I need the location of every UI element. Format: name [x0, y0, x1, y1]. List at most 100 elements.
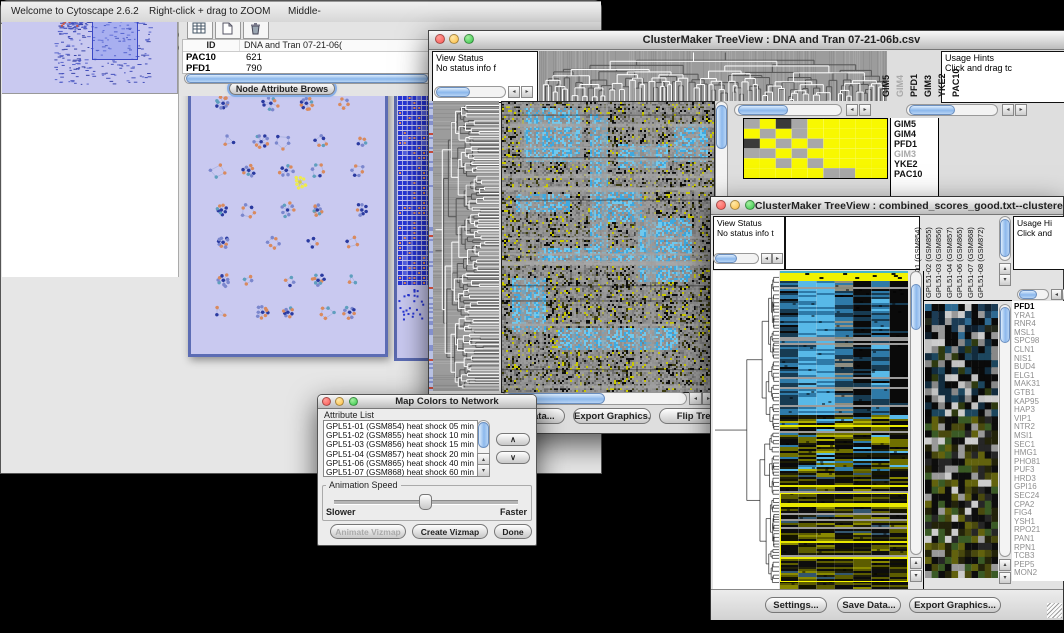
close-button[interactable] [322, 397, 331, 406]
row-dendrogram-canvas[interactable] [713, 271, 779, 589]
scrollbar-thumb[interactable] [186, 74, 428, 83]
view-status-title: View Status [714, 217, 784, 228]
scroll-down-button[interactable]: ▾ [999, 274, 1011, 286]
gene-label[interactable]: PFD1 [894, 139, 938, 149]
scroll-right-button[interactable]: ▸ [859, 104, 871, 116]
column-label[interactable]: GPL51-03 (GSM856) [934, 227, 943, 298]
column-label[interactable]: YKE2 [938, 73, 947, 97]
data-cell[interactable]: PAC10 [183, 52, 242, 63]
attribute-list-item[interactable]: GPL51-07 (GSM868) heat shock 60 min [326, 468, 477, 477]
treeview-combined-title: ClusterMaker TreeView : combined_scores_… [755, 200, 1063, 212]
status-welcome: Welcome to Cytoscape 2.6.2 [11, 6, 139, 17]
zoom-button[interactable] [464, 34, 474, 44]
scrollbar-thumb[interactable] [715, 254, 737, 263]
done-button[interactable]: Done [494, 524, 532, 539]
scroll-right-button[interactable]: ▸ [772, 253, 783, 264]
settings-button[interactable]: Settings... [765, 597, 827, 613]
network-view-canvas[interactable] [191, 54, 385, 354]
resize-grip[interactable] [1047, 603, 1062, 618]
scrollbar-thumb[interactable] [1019, 290, 1037, 299]
scroll-down-button[interactable]: ▾ [910, 570, 922, 582]
usage-hints-panel: Usage Hi Click and [1013, 216, 1064, 270]
status-zoom-hint: Right-click + drag to ZOOM [149, 6, 270, 17]
scroll-right-button[interactable]: ▸ [1015, 104, 1027, 116]
usage-hints-text: Click and [1014, 228, 1064, 238]
scrollbar-thumb[interactable] [738, 105, 788, 115]
treeview-combined-title-bar[interactable]: ClusterMaker TreeView : combined_scores_… [711, 197, 1063, 215]
column-label[interactable]: GPL51-07 (GSM868) [966, 227, 975, 298]
scroll-up-button[interactable]: ▴ [910, 557, 922, 569]
treeview-dna-title-bar[interactable]: ClusterMaker TreeView : DNA and Tran 07-… [429, 31, 1064, 50]
data-panel-toolbar-table-icon[interactable] [187, 19, 213, 39]
column-label[interactable]: GPL51-06 (GSM865) [955, 227, 964, 298]
create-vizmap-button[interactable]: Create Vizmap [412, 524, 488, 539]
minimize-button[interactable] [730, 200, 740, 210]
usage-hints-title: Usage Hints [942, 52, 1064, 63]
usage-hints-title: Usage Hi [1014, 217, 1064, 228]
attribute-list-label: Attribute List [324, 410, 374, 420]
scroll-left-button[interactable]: ◂ [761, 253, 772, 264]
minimize-button[interactable] [449, 34, 459, 44]
scrollbar-thumb[interactable] [1000, 219, 1010, 257]
column-label[interactable]: GPL51-04 (GSM857) [945, 227, 954, 298]
scroll-right-button[interactable]: ▸ [521, 86, 533, 98]
scrollbar-thumb[interactable] [909, 105, 955, 115]
row-dendrogram-canvas[interactable] [433, 101, 499, 391]
dialog-title-bar[interactable]: Map Colors to Network [318, 395, 536, 409]
attribute-listbox[interactable]: GPL51-01 (GSM854) heat shock 05 minGPL51… [323, 420, 478, 477]
treeview-combined-window: ClusterMaker TreeView : combined_scores_… [710, 196, 1064, 620]
close-button[interactable] [716, 200, 726, 210]
global-heatmap-canvas[interactable] [780, 271, 908, 589]
column-label[interactable]: GPL51-02 (GSM855) [924, 227, 933, 298]
zoom-heatmap-canvas[interactable] [925, 304, 998, 578]
gene-label[interactable]: PAC10 [894, 169, 938, 179]
scroll-down-button[interactable]: ▾ [999, 572, 1011, 584]
gene-label[interactable]: YKE2 [894, 159, 938, 169]
global-heatmap-canvas[interactable] [501, 101, 715, 393]
scroll-left-button[interactable]: ◂ [508, 86, 520, 98]
column-label[interactable]: GPL51-08 (GSM872) [976, 227, 985, 298]
scroll-down-button[interactable]: ▾ [477, 464, 490, 477]
gene-label[interactable]: GIM4 [894, 129, 938, 139]
gene-label[interactable]: GIM3 [894, 149, 938, 159]
status-bar: Welcome to Cytoscape 2.6.2 Right-click +… [1, 1, 601, 22]
data-column-id[interactable]: ID [183, 40, 240, 51]
slider-thumb[interactable] [419, 494, 432, 510]
panel-divider [924, 300, 1012, 301]
close-button[interactable] [435, 34, 445, 44]
column-label[interactable]: PFD1 [910, 74, 919, 97]
scroll-left-button[interactable]: ◂ [846, 104, 858, 116]
scrollbar-thumb[interactable] [436, 87, 470, 97]
export-graphics-button[interactable]: Export Graphics... [909, 597, 1001, 613]
scrollbar-thumb[interactable] [478, 422, 489, 448]
column-label[interactable]: GIM4 [896, 75, 905, 97]
column-label[interactable]: GIM5 [882, 75, 891, 97]
scrollbar-thumb[interactable] [716, 105, 727, 149]
scrollbar-thumb[interactable] [1000, 307, 1010, 343]
animate-vizmap-button[interactable]: Animate Vizmap [330, 524, 406, 539]
scroll-left-button[interactable]: ◂ [689, 392, 702, 405]
view-status-title: View Status [433, 52, 537, 63]
move-up-button[interactable]: ∧ [496, 433, 530, 446]
scrollbar-thumb[interactable] [911, 284, 921, 330]
zoom-button[interactable] [745, 200, 755, 210]
column-label[interactable]: PAC10 [952, 69, 961, 97]
gene-label[interactable]: GIM5 [894, 119, 938, 129]
map-colors-dialog: Map Colors to Network Attribute List GPL… [317, 394, 537, 546]
minimize-button[interactable] [335, 397, 344, 406]
move-down-button[interactable]: ∨ [496, 451, 530, 464]
save-data-button[interactable]: Save Data... [837, 597, 901, 613]
scroll-left-button[interactable]: ◂ [1002, 104, 1014, 116]
column-label[interactable]: GIM3 [924, 75, 933, 97]
export-graphics-button[interactable]: Export Graphics... [573, 408, 651, 424]
panel-divider [923, 271, 924, 589]
birdseye-viewport[interactable] [92, 18, 138, 60]
scroll-left-button[interactable]: ◂ [1051, 289, 1062, 300]
column-dendrogram-canvas[interactable] [539, 51, 887, 101]
data-panel-new-doc-icon[interactable] [215, 19, 241, 39]
zoom-button[interactable] [349, 397, 358, 406]
scroll-up-button[interactable]: ▴ [999, 559, 1011, 571]
zoom-heatmap-canvas[interactable] [744, 119, 887, 178]
gene-label[interactable]: MON2 [1014, 569, 1064, 578]
data-panel-delete-trash-icon[interactable] [243, 19, 269, 39]
